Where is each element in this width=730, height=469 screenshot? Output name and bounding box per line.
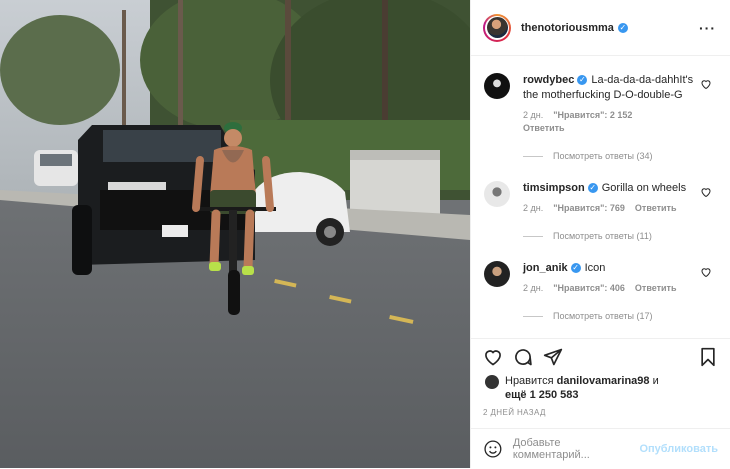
verified-badge-icon: ✓ xyxy=(617,22,628,33)
comment-icon[interactable] xyxy=(513,347,533,367)
post-photo[interactable] xyxy=(0,0,470,468)
likes-summary: Нравится danilovamarina98 и ещё 1 250 58… xyxy=(485,374,720,402)
comment-meta: 2 дн. "Нравится": 769 Ответить xyxy=(523,202,700,215)
share-icon[interactable] xyxy=(543,347,563,367)
verified-badge-icon: ✓ xyxy=(570,263,581,274)
view-replies-label: Посмотреть ответы (11) xyxy=(553,231,652,241)
commenter-avatar[interactable] xyxy=(484,181,510,207)
author-avatar[interactable] xyxy=(483,13,511,42)
comment-item: rowdybec ✓ La-da-da-da-dahhIt's the mother… xyxy=(471,56,730,164)
verified-badge-icon: ✓ xyxy=(587,183,598,194)
liker-username[interactable]: danilovamarina98 xyxy=(557,375,650,387)
comment-item: jon_anik ✓ Icon 2 дн. "Нравится": 406 Ответи… xyxy=(471,244,730,324)
like-comment-heart-icon[interactable] xyxy=(700,266,712,278)
comment-time[interactable]: 2 дн. xyxy=(523,110,543,120)
likes-count-link[interactable]: ещё 1 250 583 xyxy=(505,389,579,401)
reply-button[interactable]: Ответить xyxy=(523,123,565,133)
comment-meta: 2 дн. "Нравится": 406 Ответить xyxy=(523,282,700,295)
view-replies-label: Посмотреть ответы (34) xyxy=(553,151,653,161)
comment-likes[interactable]: "Нравится": 2 152 xyxy=(553,110,632,120)
comment-text: Gorilla on wheels xyxy=(601,182,687,194)
comment-username[interactable]: timsimpson xyxy=(523,182,585,194)
comment-username[interactable]: jon_anik xyxy=(523,262,568,274)
view-replies-button[interactable]: Посмотреть ответы (11) xyxy=(523,229,700,244)
more-options-icon[interactable]: ··· xyxy=(699,20,716,36)
view-replies-button[interactable]: Посмотреть ответы (17) xyxy=(523,309,700,324)
like-heart-icon[interactable] xyxy=(483,347,503,367)
comment-time[interactable]: 2 дн. xyxy=(523,203,543,213)
comment-likes[interactable]: "Нравится": 769 xyxy=(553,203,625,213)
commenter-avatar[interactable] xyxy=(484,261,510,287)
reply-button[interactable]: Ответить xyxy=(635,203,677,213)
publish-button[interactable]: Опубликовать xyxy=(639,443,718,455)
post-actions-bar xyxy=(471,338,730,375)
post-header: thenotoriousmma ✓ ··· xyxy=(471,0,730,56)
comment-input[interactable]: Добавьте комментарий... xyxy=(513,437,640,461)
verified-badge-icon: ✓ xyxy=(577,75,588,86)
street-scene-image xyxy=(0,0,470,468)
author-username[interactable]: thenotoriousmma xyxy=(521,22,614,34)
save-bookmark-icon[interactable] xyxy=(698,347,718,367)
view-replies-button[interactable]: Посмотреть ответы (34) xyxy=(523,149,700,164)
post-date[interactable]: 2 ДНЕЙ НАЗАД xyxy=(483,408,546,417)
like-comment-heart-icon[interactable] xyxy=(700,186,712,198)
post-modal: thenotoriousmma ✓ ··· rowdybec ✓ La-da-da-… xyxy=(0,0,730,468)
emoji-icon[interactable] xyxy=(483,439,503,459)
comment-meta: 2 дн. "Нравится": 2 152 Ответить xyxy=(523,109,700,135)
comment-username[interactable]: rowdybec xyxy=(523,74,574,86)
view-replies-label: Посмотреть ответы (17) xyxy=(553,311,653,321)
post-side-panel: thenotoriousmma ✓ ··· rowdybec ✓ La-da-da-… xyxy=(470,0,730,468)
comments-list: rowdybec ✓ La-da-da-da-dahhIt's the mother… xyxy=(471,56,730,338)
likes-and: и xyxy=(652,375,659,387)
add-comment-bar: Добавьте комментарий... Опубликовать xyxy=(471,428,730,469)
comment-item: timsimpson ✓ Gorilla on wheels 2 дн. "Нрави… xyxy=(471,164,730,244)
commenter-avatar[interactable] xyxy=(484,73,510,99)
likes-prefix: Нравится xyxy=(505,375,554,387)
comment-time[interactable]: 2 дн. xyxy=(523,283,543,293)
reply-button[interactable]: Ответить xyxy=(635,283,677,293)
like-comment-heart-icon[interactable] xyxy=(700,78,712,90)
comment-text: Icon xyxy=(584,262,606,274)
comment-likes[interactable]: "Нравится": 406 xyxy=(553,283,625,293)
liker-avatar[interactable] xyxy=(485,375,499,389)
